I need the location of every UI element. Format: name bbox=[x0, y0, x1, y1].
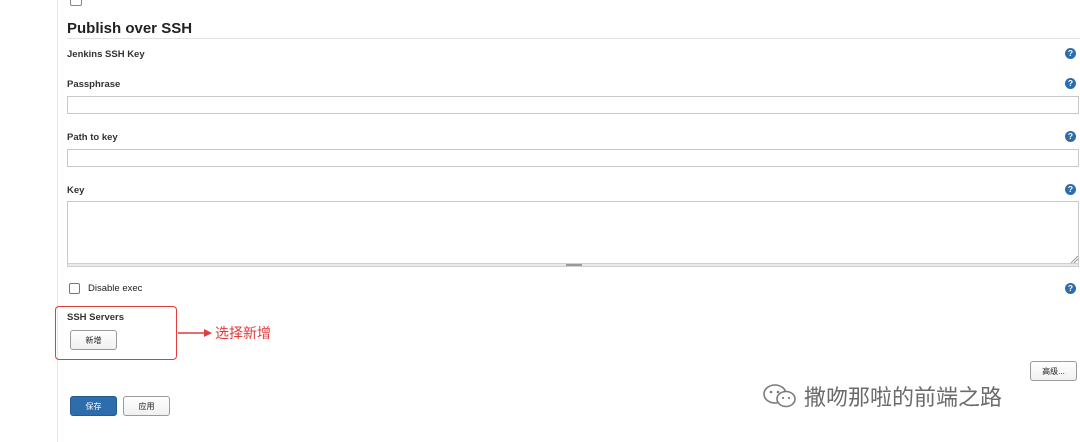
path-to-key-label: Path to key bbox=[67, 132, 118, 143]
apply-button[interactable]: 应用 bbox=[123, 396, 170, 416]
wechat-logo-icon bbox=[763, 384, 796, 408]
key-textarea[interactable] bbox=[67, 201, 1079, 265]
section-title: Publish over SSH bbox=[67, 20, 193, 37]
section-divider bbox=[67, 38, 1080, 39]
advanced-button[interactable]: 高级... bbox=[1030, 361, 1077, 381]
passphrase-help-icon[interactable]: ? bbox=[1065, 78, 1076, 89]
save-button[interactable]: 保存 bbox=[70, 396, 117, 416]
path-to-key-input[interactable] bbox=[67, 149, 1079, 167]
annotation-text: 选择新增 bbox=[215, 325, 271, 341]
passphrase-label: Passphrase bbox=[67, 79, 121, 90]
disable-exec-help-icon[interactable]: ? bbox=[1065, 283, 1076, 294]
watermark: 撒吻那啦的前端之路 bbox=[762, 380, 1002, 412]
textarea-resize-handle[interactable] bbox=[67, 263, 1079, 267]
watermark-text: 撒吻那啦的前端之路 bbox=[804, 385, 1003, 410]
clipped-option-checkbox[interactable] bbox=[70, 0, 82, 6]
disable-exec-label: Disable exec bbox=[88, 283, 143, 294]
clipped-option-row[interactable] bbox=[70, 0, 88, 6]
left-panel-divider bbox=[57, 0, 58, 442]
path-to-key-help-icon[interactable]: ? bbox=[1065, 131, 1076, 142]
disable-exec-row[interactable]: Disable exec bbox=[69, 283, 142, 294]
resize-corner-icon[interactable] bbox=[1070, 255, 1078, 263]
key-label: Key bbox=[67, 185, 85, 196]
add-ssh-server-button[interactable]: 新增 bbox=[70, 330, 117, 350]
jenkins-ssh-key-label: Jenkins SSH Key bbox=[67, 49, 145, 60]
passphrase-input[interactable] bbox=[67, 96, 1079, 114]
key-help-icon[interactable]: ? bbox=[1065, 184, 1076, 195]
jenkins-ssh-key-help-icon[interactable]: ? bbox=[1065, 48, 1076, 59]
disable-exec-checkbox[interactable] bbox=[69, 283, 80, 294]
annotation-arrow-icon bbox=[178, 329, 212, 337]
ssh-servers-label: SSH Servers bbox=[67, 312, 125, 323]
